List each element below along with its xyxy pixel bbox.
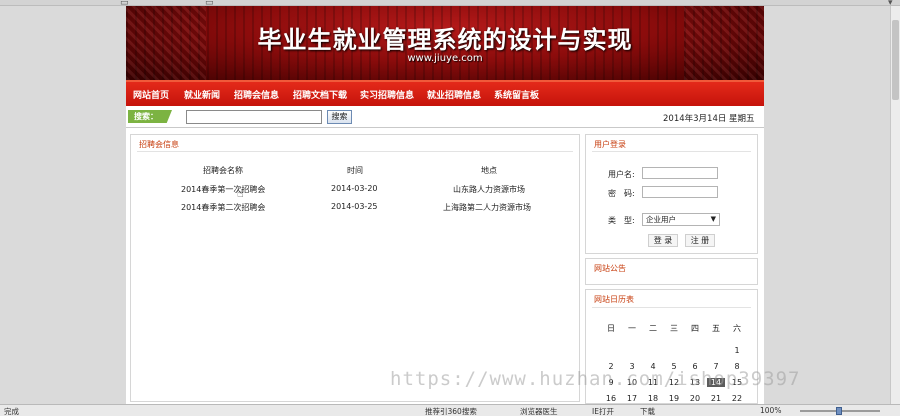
mouse-cursor-icon: ☝ — [237, 187, 244, 200]
login-button[interactable]: 登 录 — [648, 234, 678, 247]
divider — [137, 151, 573, 152]
watermark: https://www.huzhan.com/ishop39397 — [390, 368, 801, 390]
job-fair-panel: 招聘会信息 招聘会名称 时间 地点 2014春季第一次招聘会 2014-03-2… — [130, 134, 580, 402]
login-panel: 用户登录 用户名: 密 码: 类 型: 企业用户 ▼ 登 录 注 册 — [585, 134, 758, 254]
notice-title: 网站公告 — [594, 264, 626, 273]
search-input[interactable] — [186, 110, 322, 124]
login-title: 用户登录 — [594, 140, 626, 149]
site-banner: 毕业生就业管理系统的设计与实现 www.jiuye.com — [126, 6, 764, 80]
register-button[interactable]: 注 册 — [685, 234, 715, 247]
calendar-day[interactable]: 21 — [707, 394, 725, 403]
calendar-day[interactable]: 22 — [728, 394, 746, 403]
fair-name-link[interactable]: 2014春季第一次招聘会 — [181, 184, 265, 195]
calendar-weekday: 日 — [607, 324, 615, 333]
calendar-day[interactable]: 17 — [623, 394, 641, 403]
fair-location: 山东路人力资源市场 — [453, 185, 525, 194]
status-ie-open[interactable]: IE打开 — [592, 406, 614, 416]
column-header-location: 地点 — [481, 166, 497, 175]
divider — [592, 307, 751, 308]
calendar-weekday: 三 — [670, 324, 678, 333]
vertical-scrollbar[interactable] — [890, 6, 900, 404]
user-type-value: 企业用户 — [646, 215, 676, 224]
status-text: 完成 — [4, 407, 19, 416]
status-download[interactable]: 下载 — [640, 406, 655, 416]
nav-internships[interactable]: 实习招聘信息 — [360, 88, 414, 101]
calendar-weekday: 二 — [649, 324, 657, 333]
site-url: www.jiuye.com — [407, 53, 483, 64]
zoom-slider-handle[interactable] — [836, 407, 842, 415]
scroll-thumb[interactable] — [892, 20, 899, 100]
search-button[interactable]: 搜索 — [327, 110, 352, 124]
nav-documents[interactable]: 招聘文档下载 — [293, 88, 347, 101]
panel-title: 招聘会信息 — [139, 140, 179, 149]
notice-panel: 网站公告 — [585, 258, 758, 285]
fair-time: 2014-03-25 — [331, 202, 378, 211]
calendar-day[interactable]: 16 — [602, 394, 620, 403]
column-header-time: 时间 — [347, 166, 363, 175]
username-label: 用户名: — [608, 170, 635, 179]
status-bar: 完成 推荐引360搜索 浏览器医生 IE打开 下载 100% — [0, 404, 900, 416]
calendar-day[interactable]: 1 — [728, 346, 746, 355]
calendar-weekday: 五 — [712, 324, 720, 333]
password-field[interactable] — [642, 186, 718, 198]
search-label: 搜索： — [128, 110, 172, 123]
fair-location: 上海路第二人力资源市场 — [443, 203, 531, 212]
calendar-day[interactable]: 18 — [644, 394, 662, 403]
status-browser-doctor[interactable]: 浏览器医生 — [520, 406, 558, 416]
calendar-day[interactable]: 20 — [686, 394, 704, 403]
site-title: 毕业生就业管理系统的设计与实现 — [257, 26, 633, 54]
user-type-label: 类 型: — [608, 216, 635, 225]
nav-news[interactable]: 就业新闻 — [184, 88, 220, 101]
nav-home[interactable]: 网站首页 — [133, 88, 169, 101]
main-nav: 网站首页 就业新闻 招聘会信息 招聘文档下载 实习招聘信息 就业招聘信息 系统留… — [126, 80, 764, 106]
calendar-weekday: 四 — [691, 324, 699, 333]
nav-jobs[interactable]: 就业招聘信息 — [427, 88, 481, 101]
fair-time: 2014-03-20 — [331, 184, 378, 193]
calendar-weekday: 一 — [628, 324, 636, 333]
password-label: 密 码: — [608, 189, 635, 198]
search-bar: 搜索： 搜索 2014年3月14日 星期五 — [126, 106, 764, 128]
user-type-select[interactable]: 企业用户 ▼ — [642, 213, 720, 226]
fair-name-link[interactable]: 2014春季第二次招聘会 — [181, 202, 265, 213]
divider — [592, 151, 751, 152]
zoom-level[interactable]: 100% — [760, 406, 781, 415]
web-page: 毕业生就业管理系统的设计与实现 www.jiuye.com 网站首页 就业新闻 … — [126, 6, 764, 404]
nav-job-fairs[interactable]: 招聘会信息 — [234, 88, 279, 101]
column-header-name: 招聘会名称 — [203, 166, 243, 175]
username-field[interactable] — [642, 167, 718, 179]
current-date: 2014年3月14日 星期五 — [663, 114, 755, 124]
chevron-down-icon: ▼ — [710, 215, 716, 223]
status-360-search[interactable]: 推荐引360搜索 — [425, 406, 477, 416]
calendar-weekday: 六 — [733, 324, 741, 333]
calendar-day[interactable]: 19 — [665, 394, 683, 403]
nav-guestbook[interactable]: 系统留言板 — [494, 88, 539, 101]
calendar-title: 网站日历表 — [594, 295, 634, 304]
